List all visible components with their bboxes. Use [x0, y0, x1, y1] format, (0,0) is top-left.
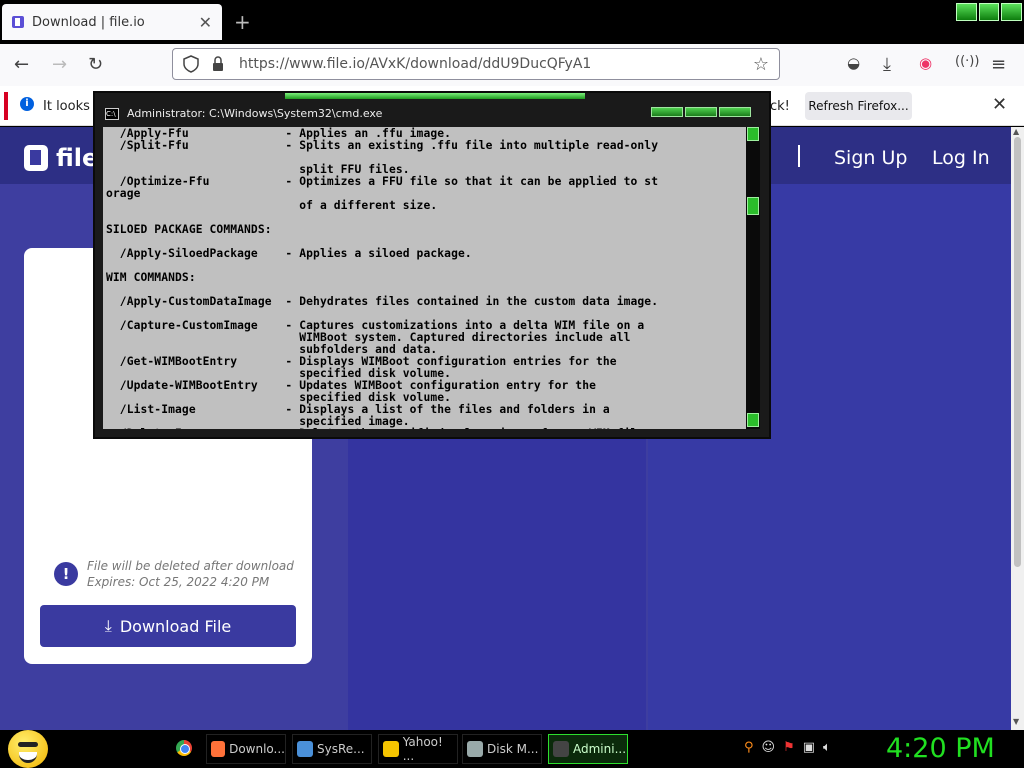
sign-up-link[interactable]: Sign Up [834, 147, 907, 169]
search-icon[interactable]: ⚲ [744, 740, 754, 755]
window-glow [285, 93, 585, 99]
lock-icon[interactable] [211, 56, 225, 72]
taskbar: Downlo... SysRe... Yahoo! ... Disk M... Admi… [0, 730, 1024, 768]
start-button-smiley-icon[interactable] [8, 730, 48, 768]
taskbar-button-label: Downlo... [229, 742, 285, 756]
cmd-maximize-button[interactable] [685, 107, 717, 117]
cmd-window[interactable]: C:\ Administrator: C:\Windows\System32\c… [93, 91, 771, 439]
downloads-icon[interactable]: ⤓ [883, 54, 891, 75]
bookmark-star-icon[interactable]: ☆ [753, 54, 769, 75]
tab-title: Download | file.io [32, 14, 145, 30]
log-in-link[interactable]: Log In [932, 147, 990, 169]
cmd-icon: C:\ [105, 107, 119, 120]
expiry-note: ! File will be deleted after download Ex… [54, 558, 304, 590]
taskbar-button-label: Yahoo! ... [402, 735, 443, 763]
cmd-scrollbar-thumb[interactable] [747, 197, 759, 215]
url-text[interactable]: https://www.file.io/AVxK/download/ddU9Du… [239, 56, 591, 72]
cmd-window-controls [651, 107, 751, 117]
scroll-up-icon[interactable]: ▲ [1013, 127, 1019, 136]
cmd-minimize-button[interactable] [651, 107, 683, 117]
taskbar-button-label: Disk M... [487, 742, 539, 756]
notification-close-icon[interactable]: ✕ [992, 94, 1007, 115]
window-controls [956, 3, 1023, 21]
volume-icon[interactable]: 🔈︎ [823, 740, 831, 755]
cmd-output-line: /Delete-Image - Deletes the specified vo… [106, 427, 644, 429]
app-icon [553, 741, 569, 757]
page-scrollbar[interactable]: ▲ ▼ [1011, 127, 1024, 730]
cmd-scroll-up-button[interactable] [747, 127, 759, 141]
cmd-title-text: Administrator: C:\Windows\System32\cmd.e… [127, 107, 383, 120]
notification-accent [4, 92, 8, 120]
file-io-favicon-icon [12, 16, 24, 28]
reload-icon[interactable]: ↻ [88, 54, 103, 75]
taskbar-button[interactable]: Yahoo! ... [378, 734, 458, 764]
expiry-text: File will be deleted after download Expi… [87, 558, 294, 590]
maximize-button[interactable] [978, 3, 1000, 21]
taskbar-clock[interactable]: 4:20 PM [886, 733, 995, 764]
system-tray: ⚲ ☺ ⚑ ▣ 🔈︎ [744, 740, 831, 755]
taskbar-button[interactable]: Downlo... [206, 734, 286, 764]
cmd-output-line: /Optimize-Ffu - Optimizes a FFU file so … [106, 175, 659, 188]
back-icon[interactable]: ← [14, 54, 29, 75]
browser-nav-bar: ← → ↻ https://www.file.io/AVxK/download/… [0, 44, 1024, 86]
taskbar-button[interactable]: SysRe... [292, 734, 372, 764]
emoji-icon[interactable]: ☺ [762, 740, 776, 755]
app-icon [211, 741, 226, 757]
cmd-title-bar[interactable]: C:\ Administrator: C:\Windows\System32\c… [105, 107, 382, 120]
network-icon[interactable]: ▣ [803, 740, 815, 755]
cmd-output-line: /Apply-CustomDataImage - Dehydrates file… [106, 295, 659, 308]
download-icon: ⤓ [104, 616, 112, 635]
cmd-scroll-down-button[interactable] [747, 413, 759, 427]
account-icon[interactable]: ◉ [919, 54, 932, 72]
app-icon [297, 741, 313, 757]
pocket-icon[interactable]: ◒ [847, 54, 860, 72]
refresh-firefox-button[interactable]: Refresh Firefox... [805, 92, 912, 120]
cmd-output-line: WIM COMMANDS: [106, 271, 196, 284]
scrollbar-thumb[interactable] [1014, 137, 1021, 567]
taskbar-button-label: SysRe... [317, 742, 365, 756]
minimize-button[interactable] [956, 3, 977, 21]
cmd-output-line: of a different size. [106, 199, 438, 212]
taskbar-button[interactable]: Disk M... [462, 734, 542, 764]
shield-icon[interactable] [183, 55, 199, 73]
browser-tab-bar: Download | file.io ✕ + [0, 0, 1024, 44]
exclamation-icon: ! [54, 562, 78, 586]
cmd-output-line: /Split-Ffu - Splits an existing .ffu fil… [106, 139, 659, 152]
cmd-scrollbar[interactable] [746, 127, 760, 429]
header-divider [798, 145, 800, 167]
forward-icon[interactable]: → [52, 54, 67, 75]
logo-mark-icon [24, 145, 48, 171]
url-bar[interactable]: https://www.file.io/AVxK/download/ddU9Du… [172, 48, 780, 80]
notification-message-tail: ck! [770, 99, 790, 114]
chrome-icon[interactable] [176, 740, 192, 756]
scroll-down-icon[interactable]: ▼ [1013, 717, 1019, 726]
new-tab-icon[interactable]: + [234, 10, 251, 34]
browser-tab[interactable]: Download | file.io ✕ [2, 4, 222, 40]
cmd-output-line: /Apply-SiloedPackage - Applies a siloed … [106, 247, 472, 260]
cmd-close-button[interactable] [719, 107, 751, 117]
extensions-icon[interactable]: ((·)) [955, 54, 979, 69]
app-icon [383, 741, 399, 757]
taskbar-button-label: Admini... [573, 742, 627, 756]
download-file-button[interactable]: ⤓ Download File [40, 605, 296, 647]
close-window-button[interactable] [1001, 3, 1023, 21]
cmd-console-output[interactable]: /Apply-Ffu - Applies an .ffu image. /Spl… [103, 127, 746, 429]
download-file-label: Download File [119, 616, 232, 636]
taskbar-button[interactable]: Admini... [548, 734, 628, 764]
app-icon [467, 741, 483, 757]
delete-after-download-text: File will be deleted after download [87, 559, 294, 573]
desktop: Download | file.io ✕ + ← → ↻ https://www… [0, 0, 1024, 768]
info-icon: i [20, 97, 34, 111]
menu-icon[interactable]: ≡ [991, 54, 1006, 75]
tab-close-icon[interactable]: ✕ [199, 13, 212, 32]
action-center-icon[interactable]: ⚑ [783, 740, 795, 755]
cmd-output-line: SILOED PACKAGE COMMANDS: [106, 223, 272, 236]
expires-text: Expires: Oct 25, 2022 4:20 PM [87, 575, 270, 589]
